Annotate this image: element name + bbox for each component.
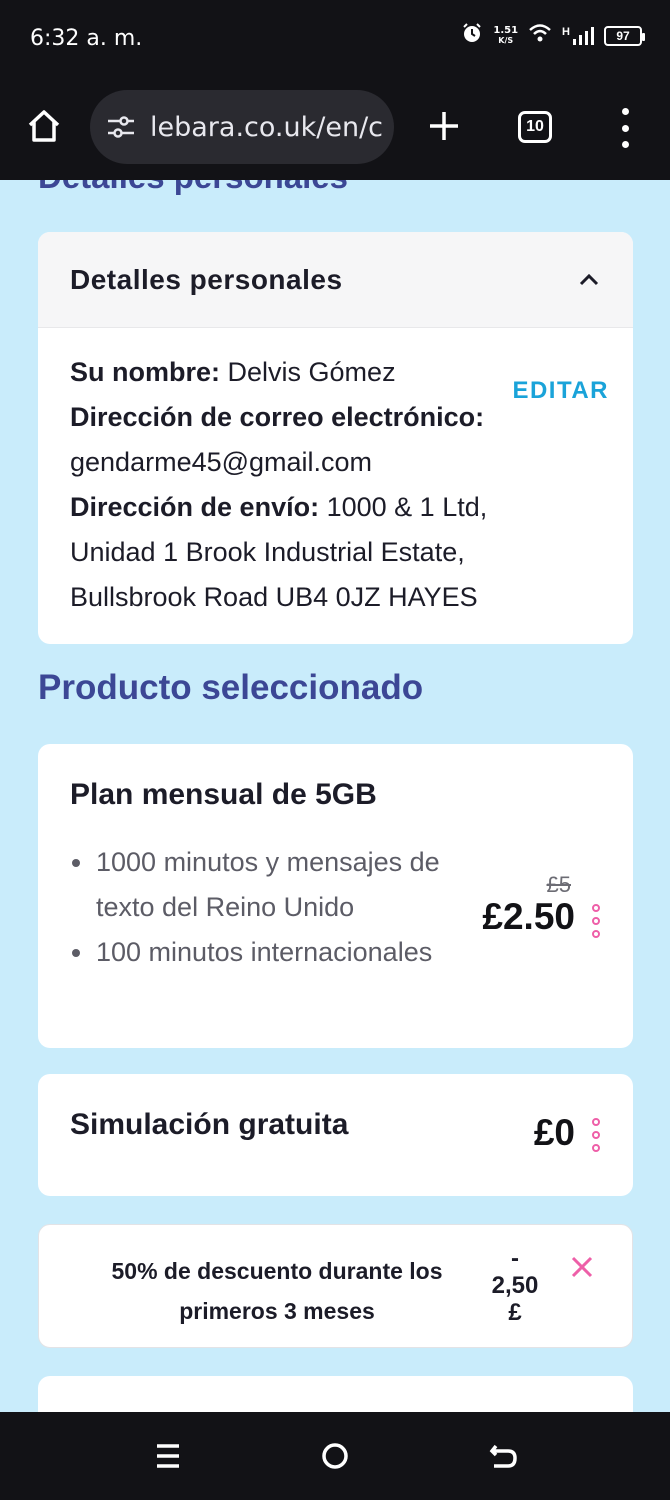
home-icon bbox=[28, 110, 60, 142]
promo-amount-sign: - bbox=[511, 1245, 519, 1272]
sim-title: Simulación gratuita bbox=[70, 1108, 349, 1141]
order-total-card bbox=[38, 1376, 633, 1412]
address-bar[interactable]: lebara.co.uk/en/c bbox=[90, 90, 394, 164]
more-menu-icon bbox=[621, 108, 629, 115]
browser-toolbar: lebara.co.uk/en/c 10 bbox=[0, 78, 670, 180]
plan-price: £2.50 bbox=[482, 896, 575, 937]
remove-promo-icon[interactable] bbox=[570, 1255, 594, 1279]
promo-amount-currency: £ bbox=[508, 1299, 522, 1326]
personal-details-card: Detalles personales EDITAR Su nombre: De… bbox=[38, 232, 633, 644]
plan-title: Plan mensual de 5GB bbox=[70, 778, 377, 811]
battery-icon: 97 bbox=[604, 25, 645, 46]
signal-icon: H bbox=[562, 26, 594, 46]
sim-price: £0 bbox=[533, 1112, 575, 1153]
promo-card: 50% de descuento durante los primeros 3 … bbox=[38, 1224, 633, 1348]
speed-unit: K/S bbox=[498, 35, 514, 45]
plan-card: Plan mensual de 5GB 1000 minutos y mensa… bbox=[38, 744, 633, 1048]
home-button[interactable] bbox=[22, 104, 66, 148]
network-speed: 1.51 K/S bbox=[493, 24, 519, 46]
more-menu-button[interactable] bbox=[612, 108, 638, 148]
promo-description: 50% de descuento durante los primeros 3 … bbox=[111, 1258, 443, 1324]
tabs-button[interactable]: 10 bbox=[518, 111, 552, 143]
site-settings-icon[interactable] bbox=[106, 114, 136, 140]
home-nav-button[interactable] bbox=[317, 1438, 353, 1474]
edit-button[interactable]: EDITAR bbox=[512, 368, 609, 413]
selected-product-heading: Producto seleccionado bbox=[38, 668, 424, 707]
recents-button[interactable] bbox=[150, 1438, 186, 1474]
url-text: lebara.co.uk/en/c bbox=[150, 111, 384, 143]
speed-value: 1.51 bbox=[493, 24, 519, 36]
personal-details-header[interactable]: Detalles personales bbox=[38, 232, 633, 328]
personal-details-body: EDITAR Su nombre: Delvis Gómez Dirección… bbox=[38, 328, 633, 620]
plan-feature: 100 minutos internacionales bbox=[72, 930, 456, 975]
name-value: Delvis Gómez bbox=[227, 357, 396, 387]
status-bar: 6:32 a. m. 1.51 K/S H 97 bbox=[0, 0, 670, 78]
chevron-up-icon[interactable] bbox=[577, 268, 601, 292]
address-line-2: Unidad 1 Brook Industrial Estate, bbox=[70, 537, 465, 567]
page-content[interactable]: Detalles personales Detalles personales … bbox=[0, 180, 670, 1412]
back-icon bbox=[489, 1444, 517, 1468]
sim-options-icon[interactable] bbox=[591, 1118, 601, 1152]
status-time: 6:32 a. m. bbox=[30, 26, 143, 51]
new-tab-button[interactable] bbox=[422, 104, 466, 148]
wifi-icon bbox=[528, 23, 552, 48]
alarm-icon bbox=[461, 22, 483, 49]
address-line-3: Bullsbrook Road UB4 0JZ HAYES bbox=[70, 582, 478, 612]
address-label: Dirección de envío: bbox=[70, 492, 320, 522]
personal-details-title: Detalles personales bbox=[70, 263, 343, 295]
name-label: Su nombre: bbox=[70, 357, 221, 387]
plan-feature: 1000 minutos y mensajes de texto del Rei… bbox=[72, 840, 456, 930]
recents-icon bbox=[157, 1444, 179, 1468]
system-nav-bar bbox=[0, 1412, 670, 1500]
plan-old-price: £5 bbox=[546, 872, 571, 897]
home-circle-icon bbox=[322, 1443, 348, 1469]
email-value: gendarme45@gmail.com bbox=[70, 447, 373, 477]
address-line-1: 1000 & 1 Ltd, bbox=[326, 492, 488, 522]
sim-card: Simulación gratuita £0 bbox=[38, 1074, 633, 1196]
plan-options-icon[interactable] bbox=[591, 904, 601, 938]
network-type: H bbox=[562, 25, 570, 38]
personal-details-heading: Detalles personales bbox=[38, 180, 348, 196]
plan-features: 1000 minutos y mensajes de texto del Rei… bbox=[72, 840, 456, 975]
status-icons: 1.51 K/S H 97 bbox=[461, 22, 645, 49]
promo-amount: - 2,50 £ bbox=[479, 1245, 551, 1326]
promo-amount-value: 2,50 bbox=[491, 1272, 539, 1299]
address-row: Dirección de envío: 1000 & 1 Ltd, bbox=[70, 485, 601, 530]
new-tab-icon bbox=[430, 112, 458, 140]
back-button[interactable] bbox=[485, 1438, 521, 1474]
